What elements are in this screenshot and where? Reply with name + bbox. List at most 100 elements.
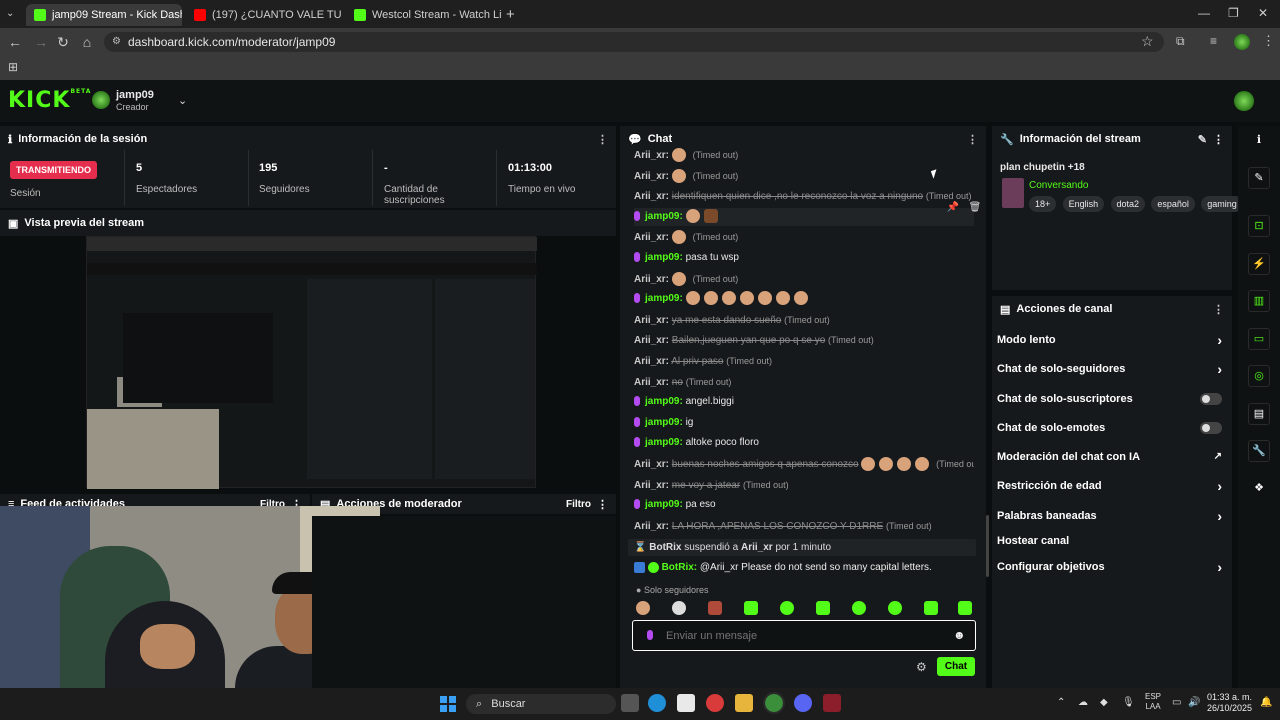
tag[interactable]: español (1151, 196, 1195, 212)
volume-icon[interactable]: 🔊 (1188, 697, 1200, 708)
chat-username[interactable]: Arii_xr: (634, 335, 669, 346)
clipboard-icon[interactable]: ▥ (1248, 290, 1270, 312)
tray-app-icon[interactable]: ☁ (1078, 697, 1088, 708)
notifications-icon[interactable]: 🔔 (1260, 697, 1272, 708)
browser-tab-kick-dashboard[interactable]: jamp09 Stream - Kick Dashboa ✕ (26, 4, 182, 26)
reading-list-icon[interactable]: ≡ (1210, 34, 1217, 48)
tag[interactable]: gaming (1201, 196, 1243, 212)
back-icon[interactable]: ← (6, 33, 24, 51)
app-icon[interactable] (706, 694, 724, 712)
chat-username[interactable]: Arii_xr: (634, 171, 669, 182)
url-input[interactable]: dashboard.kick.com/moderator/jamp09 (104, 32, 1164, 52)
chat-username[interactable]: Arii_xr: (634, 356, 669, 367)
close-window-icon[interactable]: ✕ (1258, 6, 1268, 20)
discord-icon[interactable] (794, 694, 812, 712)
chat-username[interactable]: Arii_xr: (634, 480, 669, 491)
edge-icon[interactable] (648, 694, 666, 712)
chat-username[interactable]: Arii_xr: (634, 232, 669, 243)
browser-tab-youtube[interactable]: (197) ¿CUANTO VALE TU OUTF ✕ (186, 4, 342, 26)
info-icon[interactable]: ℹ (1248, 130, 1270, 152)
emote-icon[interactable] (636, 601, 650, 615)
emote-icon[interactable] (744, 601, 758, 615)
chat-username[interactable]: jamp09: (645, 293, 683, 304)
chat-username[interactable]: Arii_xr: (634, 150, 669, 161)
taskbar-search[interactable]: ⌕ Buscar (466, 694, 616, 714)
chat-username[interactable]: jamp09: (645, 417, 683, 428)
layout-icon[interactable]: ▤ (1248, 403, 1270, 425)
kick-logo[interactable]: KICKBETA (8, 88, 91, 113)
tray-chevron-icon[interactable]: ⌃ (1057, 697, 1065, 708)
capture-app-icon[interactable] (823, 694, 841, 712)
task-view-icon[interactable] (621, 694, 639, 712)
microphone-icon[interactable]: 🎙 (1122, 697, 1135, 708)
chat-bubble-icon[interactable]: ▭ (1248, 328, 1270, 350)
edit-icon[interactable]: ✎ (1248, 167, 1270, 189)
chat-username[interactable]: Arii_xr: (634, 521, 669, 532)
mod-filter-button[interactable]: Filtro (566, 499, 591, 510)
tab-list-icon[interactable]: ⌄ (6, 8, 14, 19)
emote-icon[interactable] (672, 601, 686, 615)
kebab-menu-icon[interactable]: ⋮ (597, 133, 608, 146)
tag[interactable]: English (1062, 196, 1105, 212)
windows-start-icon[interactable] (440, 696, 456, 712)
user-avatar[interactable] (92, 91, 110, 109)
action-banned-words[interactable]: Palabras baneadas › (992, 503, 1232, 529)
network-icon[interactable]: ▭ (1172, 697, 1181, 708)
chat-settings-icon[interactable]: ⚙ (916, 660, 927, 674)
chat-username[interactable]: Arii_xr: (634, 274, 669, 285)
reload-icon[interactable]: ↻ (54, 33, 72, 51)
file-explorer-icon[interactable] (735, 694, 753, 712)
chat-message-input[interactable] (666, 626, 946, 646)
kebab-menu-icon[interactable]: ⋮ (1213, 133, 1224, 146)
broadcast-icon[interactable]: ◎ (1248, 365, 1270, 387)
apps-grid-icon[interactable]: ⊞ (8, 60, 18, 74)
chrome-icon[interactable] (763, 692, 785, 714)
edit-pencil-icon[interactable]: ✎ (1198, 133, 1207, 146)
browser-tab-westcol[interactable]: Westcol Stream - Watch Live o ✕ (346, 4, 502, 26)
emote-icon[interactable] (852, 601, 866, 615)
chat-username[interactable]: jamp09: (645, 252, 683, 263)
chat-username[interactable]: jamp09: (645, 499, 683, 510)
action-ai-moderation[interactable]: Moderación del chat con IA ↗ (992, 444, 1232, 470)
kebab-menu-icon[interactable]: ⋮ (1213, 303, 1224, 316)
maximize-window-icon[interactable]: ❐ (1228, 6, 1239, 20)
emote-icon[interactable] (780, 601, 794, 615)
action-host-channel[interactable]: Hostear canal (992, 528, 1232, 554)
extensions-icon[interactable]: ⧉ (1176, 34, 1185, 49)
tag[interactable]: dota2 (1110, 196, 1146, 212)
chat-username[interactable]: Arii_xr: (634, 459, 669, 470)
stream-category[interactable]: Conversando (1029, 180, 1088, 191)
action-slow-mode[interactable]: Modo lento › (992, 327, 1232, 353)
profile-avatar[interactable] (1234, 34, 1250, 50)
chat-username[interactable]: jamp09: (645, 396, 683, 407)
tray-app-icon[interactable]: ◆ (1100, 697, 1108, 708)
forward-icon[interactable]: → (32, 33, 50, 51)
minimize-window-icon[interactable]: — (1198, 6, 1210, 20)
emote-icon[interactable] (816, 601, 830, 615)
emoji-picker-icon[interactable]: ☻ (953, 628, 966, 642)
bot-user[interactable]: BotRix: (662, 562, 698, 573)
site-info-icon[interactable]: ⚙ (112, 36, 121, 47)
kebab-menu-icon[interactable]: ⋮ (967, 133, 978, 146)
chat-username[interactable]: Arii_xr: (634, 315, 669, 326)
chat-scrollbar[interactable] (986, 515, 989, 577)
action-goals[interactable]: Configurar objetivos › (992, 554, 1232, 580)
widgets-icon[interactable]: ❖ (1248, 478, 1270, 500)
delete-icon[interactable]: 🗑 (968, 202, 982, 216)
language-indicator[interactable]: ESP LAA (1145, 692, 1161, 712)
wrench-icon[interactable]: 🔧 (1248, 440, 1270, 462)
subscribers-only-toggle[interactable] (1200, 393, 1222, 405)
emote-icon[interactable] (958, 601, 972, 615)
kebab-menu-icon[interactable]: ⋮ (597, 498, 608, 511)
emote-icon[interactable] (708, 601, 722, 615)
store-icon[interactable] (677, 694, 695, 712)
lightning-icon[interactable]: ⚡ (1248, 253, 1270, 275)
send-chat-button[interactable]: Chat (937, 657, 975, 676)
new-tab-icon[interactable]: + (506, 6, 515, 23)
stream-preview-video[interactable] (86, 236, 537, 489)
action-age-restriction[interactable]: Restricción de edad › (992, 473, 1232, 499)
chat-username[interactable]: Arii_xr: (634, 191, 669, 202)
clock[interactable]: 01:33 a. m. 26/10/2025 (1206, 692, 1252, 714)
emote-icon[interactable] (924, 601, 938, 615)
emote-icon[interactable] (888, 601, 902, 615)
